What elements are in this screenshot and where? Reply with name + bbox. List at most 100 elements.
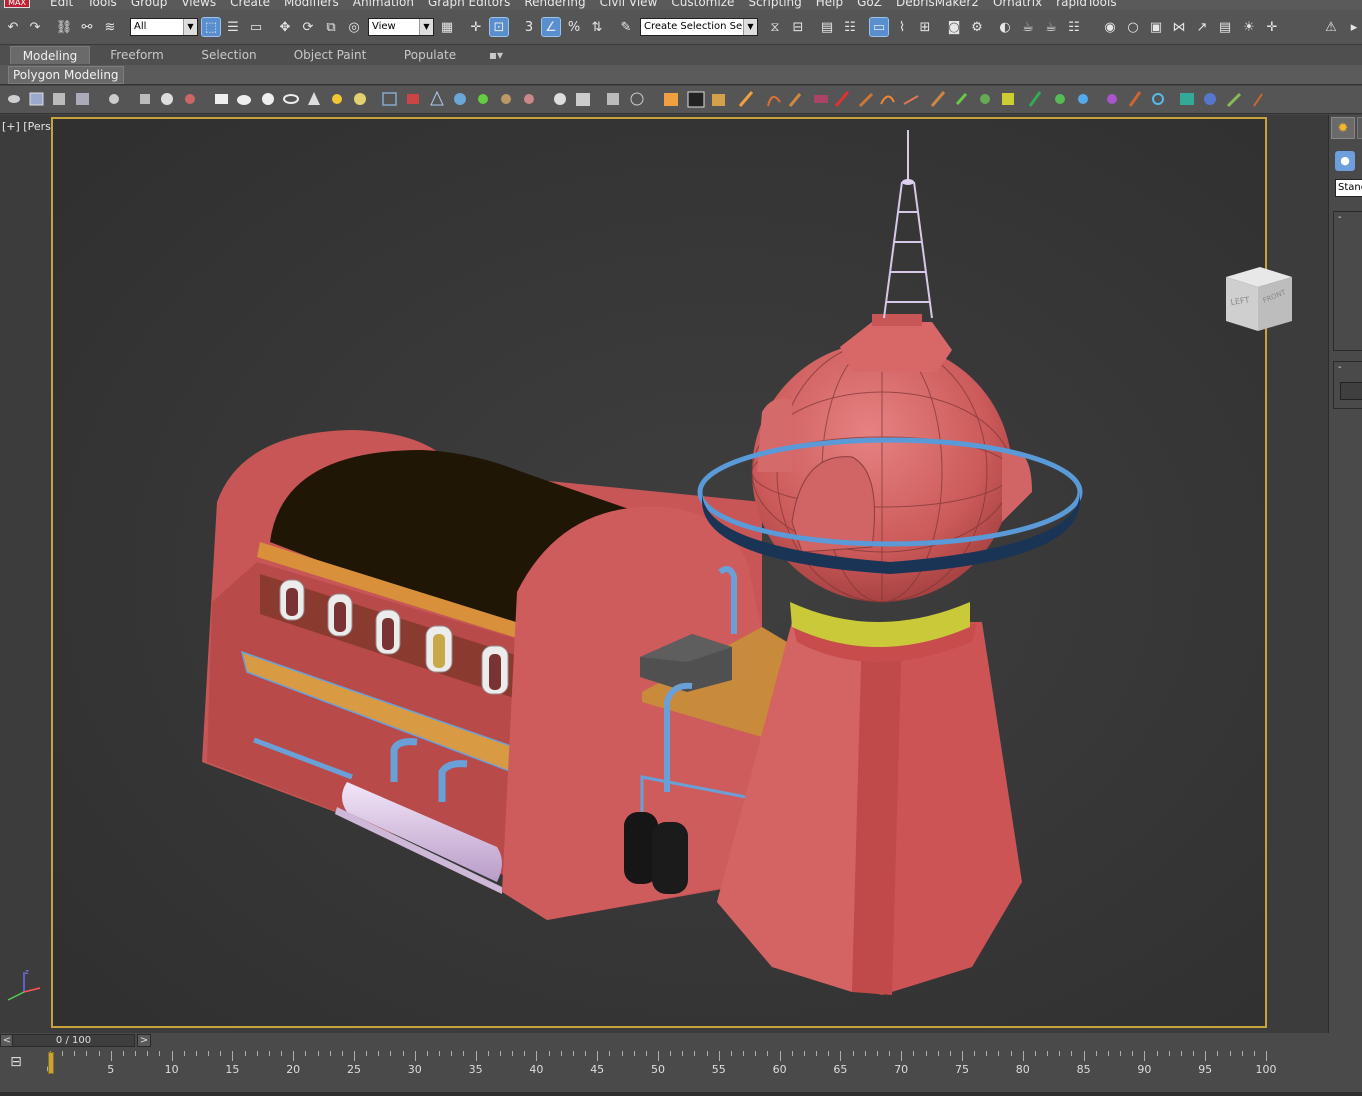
plugin-lamp-icon[interactable]: ☀ [1240,18,1258,36]
named-selection-dropdown[interactable]: Create Selection Se ▼ [640,18,758,36]
ruler-tick [645,1051,647,1056]
rendered-frame-icon[interactable]: ◐ [996,18,1014,36]
activeshade-icon[interactable]: ☷ [1065,18,1083,36]
time-cursor[interactable] [48,1052,54,1074]
save-plugin-icon[interactable]: ▣ [1147,18,1165,36]
menu-debrismaker2[interactable]: DebrisMaker2 [896,0,993,9]
menu-modifiers[interactable]: Modifiers [284,0,353,9]
redo-icon[interactable]: ↷ [26,18,44,36]
ruler-tick [986,1051,988,1056]
menu-rendering[interactable]: Rendering [524,0,599,9]
plugin-extra-icon[interactable]: ▸ [1345,18,1362,36]
menu-rapidtools[interactable]: rapidTools [1056,0,1130,9]
ruler-tick [1083,1051,1085,1061]
polygon-modeling-panel[interactable]: Polygon Modeling [8,66,124,84]
menu-create[interactable]: Create [230,0,284,9]
secondary-toolbar-icons [8,90,1263,108]
snaps-toggle-icon[interactable]: 3 [520,18,538,36]
ribbon-options-icon[interactable]: ▪▾ [482,46,510,64]
object-type-rollout[interactable]: - [1333,211,1362,351]
select-manipulate-icon[interactable]: ✛ [467,18,485,36]
sphere-outline-icon[interactable]: ○ [1124,18,1142,36]
ruler-tick [609,1051,611,1056]
plugin-tool-icon[interactable]: ⋈ [1170,18,1188,36]
scale-icon[interactable]: ⧉ [322,18,340,36]
bind-space-warp-icon[interactable]: ≋ [101,18,119,36]
mirror-icon[interactable]: ⧖ [766,18,784,36]
subcategory-dropdown[interactable]: Stanc [1335,179,1362,197]
select-and-link-icon[interactable]: ⛓ [55,18,73,36]
unlink-icon[interactable]: ⚯ [78,18,96,36]
place-icon[interactable]: ◎ [345,18,363,36]
plugin-blue-icon[interactable]: ◉ [1101,18,1119,36]
svg-text:z: z [25,968,29,976]
rollout-collapse-icon[interactable]: - [1338,212,1342,223]
time-next-button[interactable]: > [137,1034,151,1047]
tab-modeling[interactable]: Modeling [10,46,90,64]
menu-tools[interactable]: Tools [87,0,131,9]
layer-manager-icon[interactable]: ▤ [818,18,836,36]
undo-icon[interactable]: ↶ [4,18,22,36]
menu-help[interactable]: Help [816,0,857,9]
menu-ornatrix[interactable]: Ornatrix [993,0,1056,9]
render-iterative-icon[interactable]: ☕ [1042,18,1060,36]
modify-tab[interactable] [1357,117,1362,139]
mini-curve-editor-icon[interactable]: ⊟ [6,1054,26,1072]
selection-filter-dropdown[interactable]: All ▼ [130,18,198,36]
menu-scripting[interactable]: Scripting [748,0,815,9]
create-geometry-icons[interactable] [8,90,644,106]
render-setup-icon[interactable]: ⚙ [968,18,986,36]
plugin-warning-icon[interactable]: ⚠ [1322,18,1340,36]
rotate-icon[interactable]: ⟳ [299,18,317,36]
tab-selection[interactable]: Selection [190,46,268,64]
angle-snap-icon[interactable]: ∠ [541,17,561,37]
plugin-arrow-icon[interactable]: ↗ [1193,18,1211,36]
keyboard-shortcut-override-icon[interactable]: ⊡ [489,17,509,37]
app-logo[interactable]: MAX [4,0,30,8]
chevron-down-icon: ▼ [743,19,757,35]
rollout-collapse-icon[interactable]: - [1338,362,1342,373]
scene-explorer-icon[interactable]: ☷ [841,18,859,36]
name-color-rollout[interactable]: - [1333,361,1362,409]
plugin-bm-icon[interactable]: ▤ [1216,18,1234,36]
frame-ruler[interactable]: 0510152025303540455055606570758085909510… [46,1048,1324,1084]
ruler-tick [1071,1051,1073,1056]
menu-group[interactable]: Group [131,0,182,9]
render-production-icon[interactable]: ☕ [1019,18,1037,36]
plugin-cross-icon[interactable]: ✛ [1263,18,1281,36]
create-tab-icon[interactable]: ✹ [1331,117,1355,139]
geometry-category-icon[interactable]: ● [1335,151,1355,171]
menu-graph-editors[interactable]: Graph Editors [428,0,524,9]
menu-civil-view[interactable]: Civil View [600,0,672,9]
perspective-viewport[interactable] [51,117,1267,1028]
ribbon-toggle-icon[interactable]: ▭ [869,17,889,37]
move-icon[interactable]: ✥ [276,18,294,36]
plugin-tool-icons[interactable] [664,91,1263,108]
tab-object-paint[interactable]: Object Paint [284,46,376,64]
menu-customize[interactable]: Customize [671,0,748,9]
curve-editor-icon[interactable]: ⌇ [893,18,911,36]
ruler-tick [949,1051,951,1056]
menu-goz[interactable]: GoZ [857,0,896,9]
tab-populate[interactable]: Populate [392,46,468,64]
reference-coord-dropdown[interactable]: View ▼ [368,18,434,36]
edit-named-selection-icon[interactable]: ✎ [617,18,635,36]
tab-freeform[interactable]: Freeform [98,46,176,64]
schematic-view-icon[interactable]: ⊞ [916,18,934,36]
ruler-tick [889,1051,891,1056]
name-field[interactable] [1340,382,1362,400]
select-by-name-icon[interactable]: ☰ [224,18,242,36]
menu-edit[interactable]: Edit [50,0,87,9]
material-editor-icon[interactable]: ◙ [945,18,963,36]
rectangular-selection-icon[interactable]: ▭ [247,18,265,36]
time-slider[interactable]: 0 / 100 [12,1034,135,1047]
align-icon[interactable]: ⊟ [789,18,807,36]
menu-animation[interactable]: Animation [353,0,428,9]
pivot-center-icon[interactable]: ▦ [438,18,456,36]
percent-snap-icon[interactable]: % [565,18,583,36]
viewcube[interactable]: LEFT FRONT [1222,263,1294,335]
select-object-icon[interactable]: ⬚ [201,17,221,37]
spinner-snap-icon[interactable]: ⇅ [588,18,606,36]
menu-views[interactable]: Views [181,0,230,9]
main-toolbar: ↶ ↷ ⛓ ⚯ ≋ All ▼ ⬚ ☰ ▭ ✥ ⟳ ⧉ ◎ View ▼ ▦ ✛… [0,10,1362,45]
